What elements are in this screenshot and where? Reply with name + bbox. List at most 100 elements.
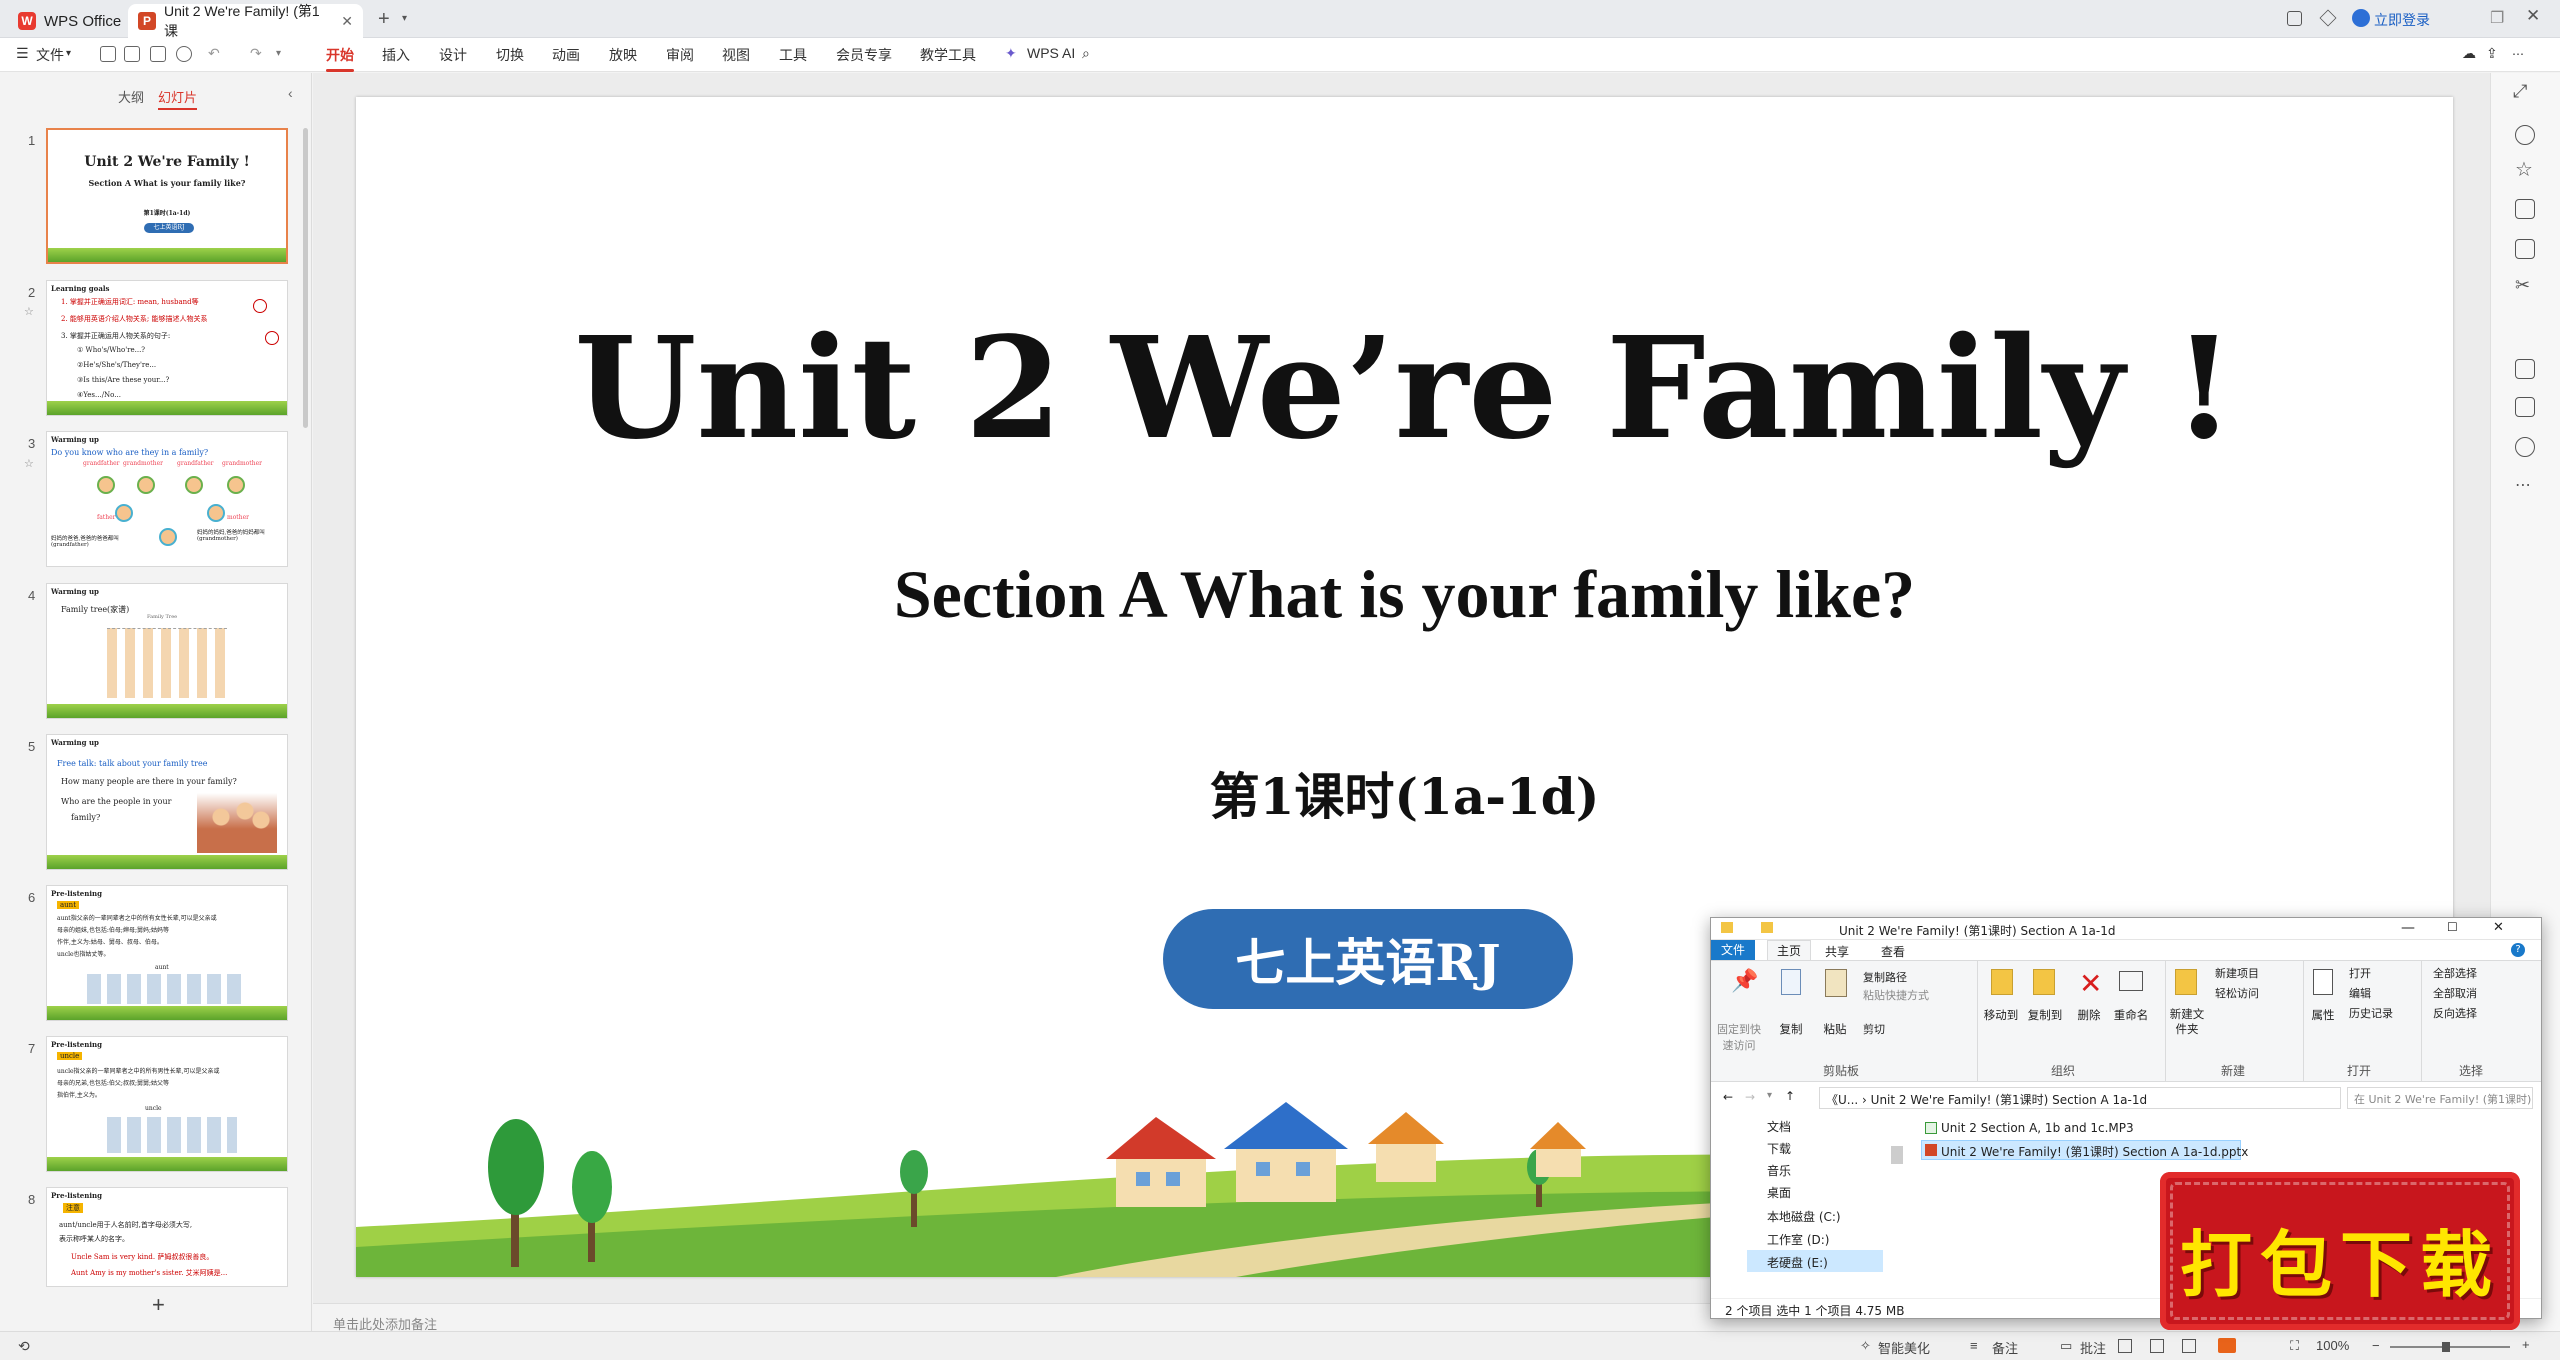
chevron-down-icon[interactable]: ▾ bbox=[402, 13, 407, 24]
close-icon[interactable]: ✕ bbox=[341, 13, 353, 30]
maximize-button[interactable]: ☐ bbox=[2447, 920, 2458, 934]
tab-file[interactable]: 文件 bbox=[1711, 940, 1755, 960]
zoom-slider[interactable] bbox=[2390, 1346, 2510, 1348]
more-icon[interactable]: ⋯ bbox=[2512, 47, 2524, 61]
save-icon[interactable] bbox=[100, 46, 116, 62]
close-window-button[interactable]: ✕ bbox=[2526, 6, 2540, 26]
print-icon[interactable] bbox=[150, 46, 166, 62]
tree-item-drive-d[interactable]: 工作室 (D:) bbox=[1767, 1231, 1829, 1248]
add-slide-button[interactable]: + bbox=[152, 1292, 165, 1318]
select-all-button[interactable]: 全部选择 bbox=[2433, 965, 2477, 981]
comment-button[interactable]: 批注 bbox=[2080, 1338, 2106, 1357]
minimize-button[interactable]: — bbox=[2401, 920, 2415, 936]
zoom-level[interactable]: 100% bbox=[2316, 1338, 2349, 1353]
copy-button[interactable]: 复制 bbox=[1775, 1021, 1807, 1037]
menu-file[interactable]: 文件 bbox=[36, 45, 64, 65]
help-icon[interactable] bbox=[2515, 437, 2535, 457]
move-to-button[interactable]: 移动到 bbox=[1981, 1007, 2021, 1023]
fit-icon[interactable]: ⛶ bbox=[2290, 1338, 2299, 1354]
invert-selection-button[interactable]: 反向选择 bbox=[2433, 1005, 2477, 1021]
redo-icon[interactable]: ↷ bbox=[250, 45, 262, 62]
zoom-out-icon[interactable]: − bbox=[2372, 1338, 2380, 1353]
menu-transition[interactable]: 切换 bbox=[496, 45, 524, 65]
notes-button[interactable]: 备注 bbox=[1992, 1338, 2018, 1357]
menu-review[interactable]: 审阅 bbox=[666, 45, 694, 65]
menu-home[interactable]: 开始 bbox=[326, 45, 354, 72]
scrollbar[interactable] bbox=[303, 128, 308, 428]
menu-insert[interactable]: 插入 bbox=[382, 45, 410, 65]
more-icon[interactable]: ⋯ bbox=[2515, 475, 2531, 495]
menu-tools[interactable]: 工具 bbox=[779, 45, 807, 65]
tab-share[interactable]: 共享 bbox=[1825, 943, 1849, 960]
scrollbar[interactable] bbox=[1891, 1146, 1903, 1164]
menu-animation[interactable]: 动画 bbox=[552, 45, 580, 65]
slide-thumbnail-2[interactable]: Learning goals 1. 掌握并正确运用词汇: mean, husba… bbox=[46, 280, 288, 416]
tools-icon[interactable]: ✂ bbox=[2515, 275, 2530, 296]
up-icon[interactable]: ↑ bbox=[1785, 1089, 1795, 1103]
close-button[interactable]: ✕ bbox=[2493, 920, 2504, 935]
normal-view-icon[interactable] bbox=[2118, 1339, 2132, 1353]
new-item-button[interactable]: 新建项目 bbox=[2215, 965, 2259, 981]
copy-icon[interactable] bbox=[2515, 199, 2535, 219]
chevron-down-icon[interactable]: ▾ bbox=[1767, 1090, 1772, 1101]
search-input[interactable]: 在 Unit 2 We're Family! (第1课时)... bbox=[2347, 1087, 2533, 1109]
help-icon[interactable]: ? bbox=[2511, 943, 2525, 957]
tab-home[interactable]: 主页 bbox=[1767, 940, 1811, 960]
image-icon[interactable] bbox=[2515, 239, 2535, 259]
select-none-button[interactable]: 全部取消 bbox=[2433, 985, 2477, 1001]
restore-icon[interactable]: ❐ bbox=[2490, 8, 2504, 28]
zoom-slider-thumb[interactable] bbox=[2442, 1342, 2450, 1352]
slide-lesson[interactable]: 第1课时(1a-1d) bbox=[356, 757, 2453, 829]
paste-button[interactable]: 粘贴 bbox=[1819, 1021, 1851, 1037]
reading-view-icon[interactable] bbox=[2182, 1339, 2196, 1353]
pin-button[interactable]: 固定到快速访问 bbox=[1715, 1021, 1763, 1053]
slide-badge[interactable]: 七上英语RJ bbox=[1163, 909, 1573, 1009]
menu-member[interactable]: 会员专享 bbox=[836, 45, 892, 65]
file-item-selected[interactable]: Unit 2 We're Family! (第1课时) Section A 1a… bbox=[1941, 1143, 2248, 1160]
menu-view[interactable]: 视图 bbox=[722, 45, 750, 65]
tab-document[interactable]: P Unit 2 We're Family! (第1课 ✕ bbox=[128, 3, 363, 39]
menu-slideshow[interactable]: 放映 bbox=[609, 45, 637, 65]
menu-design[interactable]: 设计 bbox=[439, 45, 467, 65]
menu-teaching-tools[interactable]: 教学工具 bbox=[920, 45, 976, 65]
smart-beautify-button[interactable]: 智能美化 bbox=[1878, 1338, 1930, 1357]
edit-button[interactable]: 编辑 bbox=[2349, 985, 2371, 1001]
slide-subtitle[interactable]: Section A What is your family like? bbox=[356, 555, 2453, 634]
promo-badge[interactable]: 打包下载 bbox=[2160, 1172, 2520, 1330]
tree-item-desktop[interactable]: 桌面 bbox=[1767, 1184, 1791, 1201]
easy-access-button[interactable]: 轻松访问 bbox=[2215, 985, 2259, 1001]
hamburger-icon[interactable]: ☰ bbox=[16, 45, 29, 62]
sorter-view-icon[interactable] bbox=[2150, 1339, 2164, 1353]
slide-thumbnail-7[interactable]: Pre-listening uncle uncle指父亲的一辈同辈者之中的所有男… bbox=[46, 1036, 288, 1172]
copy-path-button[interactable]: 复制路径 bbox=[1863, 969, 1907, 985]
transform-icon[interactable] bbox=[2515, 397, 2535, 417]
zoom-in-icon[interactable]: + bbox=[2522, 1337, 2530, 1352]
login-link[interactable]: 立即登录 bbox=[2374, 10, 2430, 30]
tree-item-downloads[interactable]: 下载 bbox=[1767, 1140, 1791, 1157]
slide-thumbnail-4[interactable]: Warming up Family tree(家谱) Family Tree bbox=[46, 583, 288, 719]
paste-shortcut-button[interactable]: 粘贴快捷方式 bbox=[1863, 987, 1929, 1003]
tab-outline[interactable]: 大纲 bbox=[118, 87, 144, 106]
slide-thumbnail-5[interactable]: Warming up Free talk: talk about your fa… bbox=[46, 734, 288, 870]
new-folder-button[interactable]: 新建文件夹 bbox=[2167, 1007, 2207, 1037]
tab-view[interactable]: 查看 bbox=[1881, 943, 1905, 960]
forward-icon[interactable]: → bbox=[1745, 1090, 1755, 1104]
address-bar[interactable]: 《U... › Unit 2 We're Family! (第1课时) Sect… bbox=[1819, 1087, 2341, 1109]
tab-wps-home[interactable]: W WPS Office bbox=[8, 4, 131, 38]
chevron-down-icon[interactable]: ▾ bbox=[66, 48, 71, 59]
search-icon[interactable]: ⌕ bbox=[1082, 45, 1090, 62]
layout-icon[interactable] bbox=[2515, 359, 2535, 379]
open-button[interactable]: 打开 bbox=[2349, 965, 2371, 981]
export-icon[interactable] bbox=[124, 46, 140, 62]
preview-icon[interactable] bbox=[176, 46, 192, 62]
properties-button[interactable]: 属性 bbox=[2307, 1007, 2339, 1023]
collapse-panel-icon[interactable]: ‹ bbox=[288, 85, 293, 101]
play-slideshow-button[interactable] bbox=[2218, 1338, 2236, 1353]
tree-item-drive-e[interactable]: 老硬盘 (E:) bbox=[1767, 1254, 1828, 1271]
star-icon[interactable]: ☆ bbox=[2515, 157, 2533, 182]
file-item[interactable]: Unit 2 Section A, 1b and 1c.MP3 bbox=[1941, 1121, 2134, 1135]
slide-title[interactable]: Unit 2 We’re Family ! bbox=[356, 307, 2453, 471]
star-icon[interactable]: ☆ bbox=[24, 305, 34, 318]
delete-button[interactable]: 删除 bbox=[2071, 1007, 2107, 1023]
rename-button[interactable]: 重命名 bbox=[2111, 1007, 2151, 1023]
